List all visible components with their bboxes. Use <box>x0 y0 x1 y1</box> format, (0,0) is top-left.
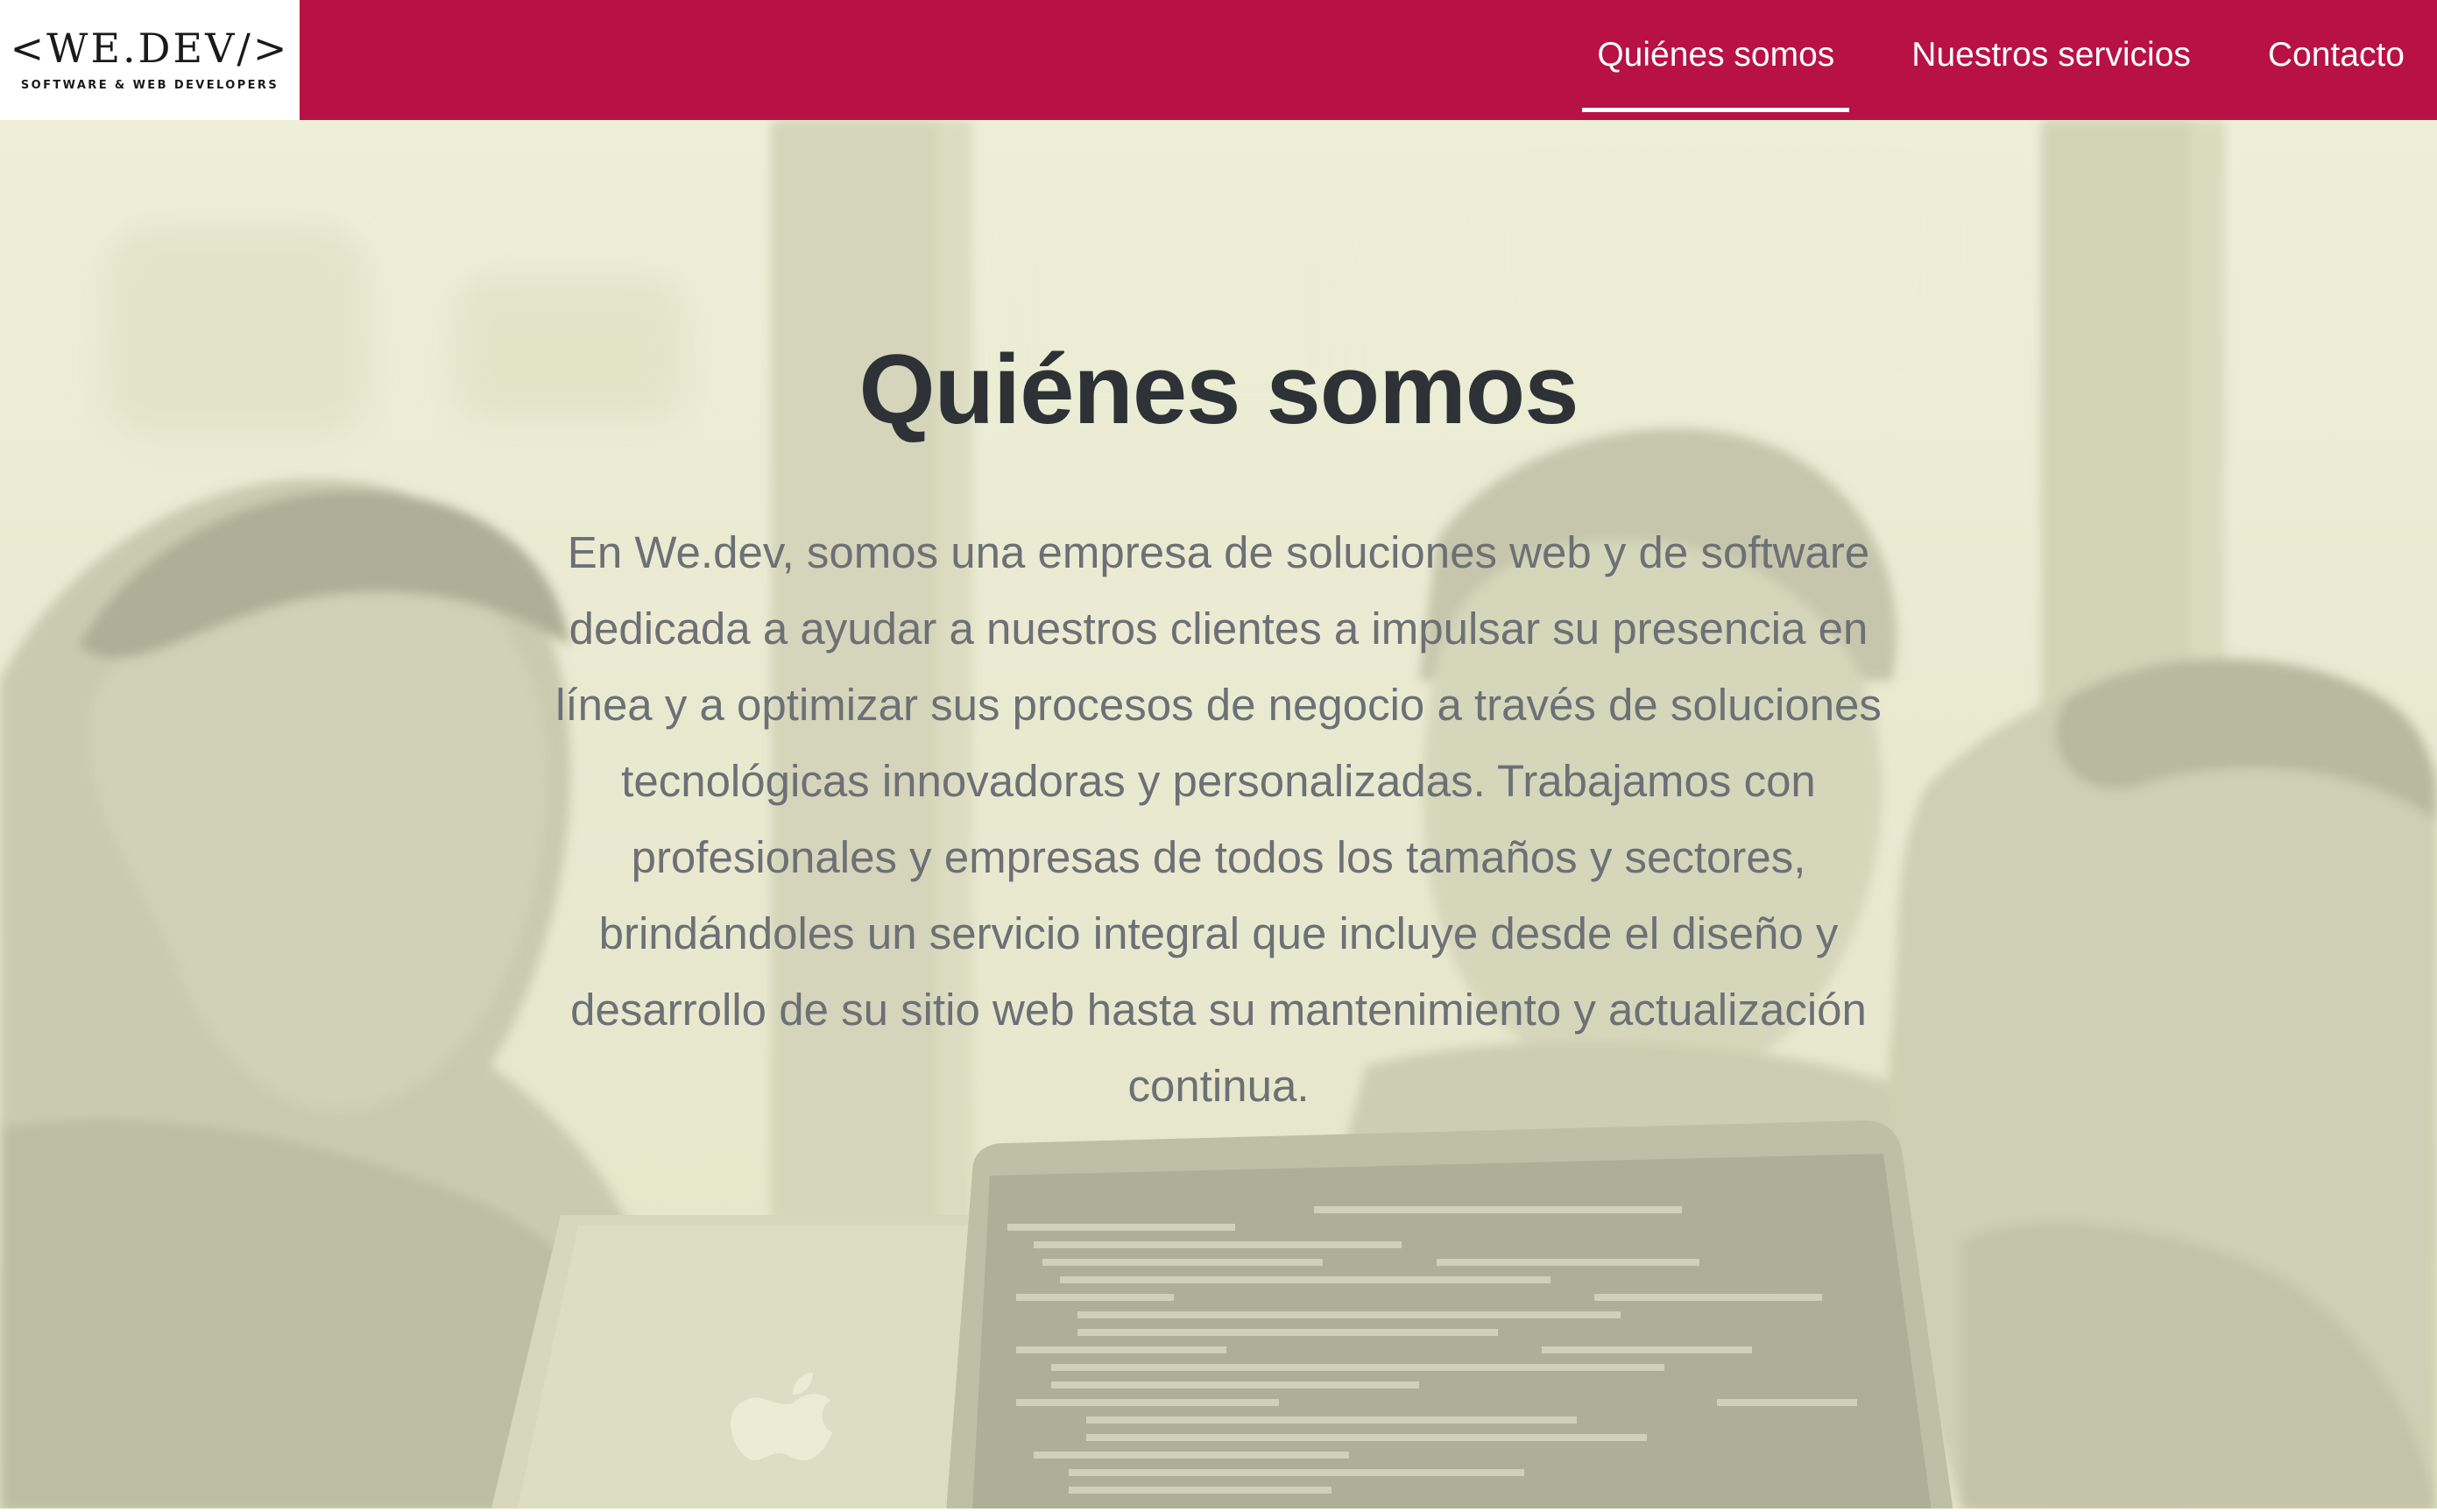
nav-item-label: Contacto <box>2267 35 2405 74</box>
main-nav: Quiénes somos Nuestros servicios Contact… <box>1582 0 2437 120</box>
site-header: <WE.DEV/> SOFTWARE & WEB DEVELOPERS Quié… <box>0 0 2437 120</box>
about-description: En We.dev, somos una empresa de solucion… <box>555 527 1882 1111</box>
hero-section: Quiénes somos En We.dev, somos una empre… <box>0 120 2437 1512</box>
page-title: Quiénes somos <box>858 335 1579 444</box>
bottom-edge <box>0 1508 2437 1512</box>
site-logo[interactable]: <WE.DEV/> SOFTWARE & WEB DEVELOPERS <box>0 0 300 120</box>
logo-wordmark: <WE.DEV/> <box>10 25 290 72</box>
page: <WE.DEV/> SOFTWARE & WEB DEVELOPERS Quié… <box>0 0 2437 1512</box>
logo-tagline: SOFTWARE & WEB DEVELOPERS <box>20 79 279 92</box>
nav-item-contacto[interactable]: Contacto <box>2253 0 2419 120</box>
nav-item-quienes-somos[interactable]: Quiénes somos <box>1582 0 1850 120</box>
hero-content: Quiénes somos En We.dev, somos una empre… <box>0 120 2437 1512</box>
active-nav-underline <box>1582 108 1850 112</box>
nav-item-label: Nuestros servicios <box>1911 35 2191 74</box>
nav-item-label: Quiénes somos <box>1597 35 1835 74</box>
nav-item-nuestros-servicios[interactable]: Nuestros servicios <box>1897 0 2206 120</box>
